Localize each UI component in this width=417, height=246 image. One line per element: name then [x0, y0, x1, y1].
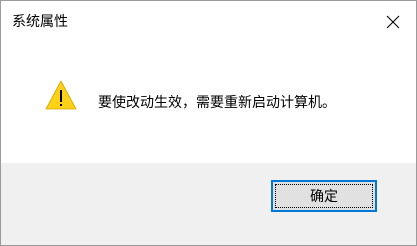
window-title: 系统属性: [12, 14, 68, 30]
dialog-footer: 确定: [1, 163, 416, 245]
ok-button-label: 确定: [310, 189, 338, 205]
close-button[interactable]: [370, 1, 416, 43]
ok-button[interactable]: 确定: [271, 180, 377, 212]
dialog-message: 要使改动生效，需要重新启动计算机。: [98, 95, 336, 111]
title-bar[interactable]: 系统属性: [1, 1, 416, 43]
dialog-content: 要使改动生效，需要重新启动计算机。: [1, 43, 416, 163]
system-properties-dialog: 系统属性 要使改动生效，需要重新启动计算机。 确定: [0, 0, 417, 246]
close-icon: [386, 15, 400, 29]
warning-icon: [45, 79, 77, 111]
